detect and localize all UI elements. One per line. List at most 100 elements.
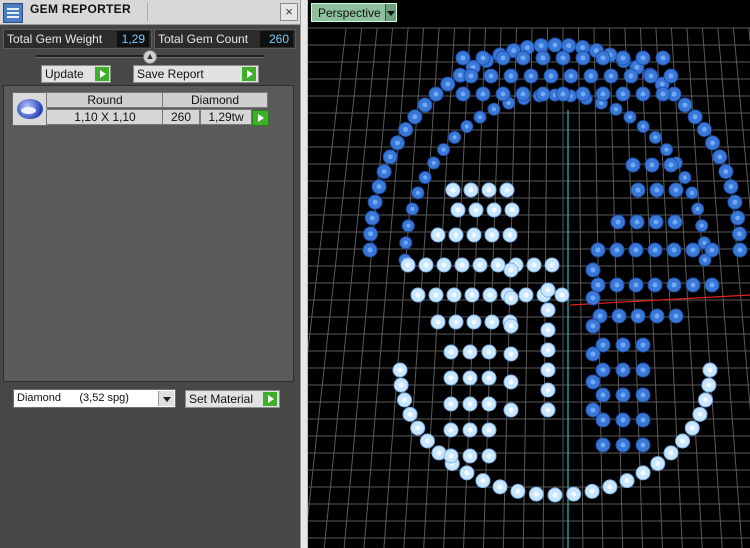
gem-weight-cell: 1,29tw: [200, 109, 252, 125]
gem-highlight: [486, 349, 492, 355]
gem-highlight: [728, 184, 734, 190]
gem-highlight: [500, 91, 506, 97]
title-bar: GEM REPORTER ×: [0, 0, 300, 25]
gem-highlight: [671, 247, 677, 253]
gem-highlight: [709, 282, 715, 288]
gem-highlight: [441, 147, 446, 152]
gem-highlight: [649, 162, 655, 168]
gem-highlight: [590, 351, 596, 357]
gem-highlight: [467, 401, 473, 407]
pane-divider[interactable]: [300, 0, 308, 548]
gem-highlight: [634, 64, 640, 70]
chevron-down-icon[interactable]: [385, 4, 396, 21]
gem-highlight: [673, 187, 679, 193]
update-button[interactable]: Update: [41, 65, 111, 83]
gem-highlight: [451, 292, 457, 298]
total-gem-weight-value: 1,29: [117, 31, 149, 47]
gem-highlight: [571, 491, 577, 497]
gem-highlight: [633, 247, 639, 253]
gem-highlight: [630, 162, 636, 168]
gem-highlight: [616, 313, 622, 319]
viewport-mode-label: Perspective: [318, 6, 381, 20]
gem-highlight: [422, 102, 428, 108]
gem-highlight: [627, 115, 633, 120]
gem-highlight: [448, 453, 454, 459]
viewport-mode-menu[interactable]: Perspective: [311, 3, 397, 22]
gem-highlight: [664, 147, 669, 152]
gem-highlight: [640, 470, 646, 476]
gem-highlight: [580, 45, 586, 50]
gem-highlight: [590, 407, 596, 413]
gem-highlight: [655, 461, 661, 467]
gem-highlight: [431, 160, 436, 166]
gem-highlight: [508, 323, 514, 329]
panel-splitter-handle[interactable]: ▲: [143, 50, 157, 64]
round-gem-icon: [12, 92, 48, 126]
gem-highlight: [732, 199, 738, 205]
gem-highlight: [372, 199, 378, 205]
gem-highlight: [508, 379, 514, 385]
gem-highlight: [628, 73, 634, 79]
gem-highlight: [668, 162, 674, 168]
total-gem-count: Total Gem Count 260: [154, 29, 296, 49]
gem-highlight: [707, 367, 713, 373]
gem-highlight: [531, 262, 537, 268]
gem-highlight: [589, 488, 595, 494]
gem-highlight: [511, 48, 517, 54]
gem-highlight: [608, 73, 614, 79]
arrow-right-icon: [242, 67, 256, 81]
gem-highlight: [559, 292, 565, 298]
total-gem-count-value: 260: [260, 31, 293, 47]
gem-highlight: [435, 232, 441, 238]
gem-highlight: [702, 257, 708, 263]
gem-highlight: [590, 379, 596, 385]
chevron-down-icon[interactable]: [158, 391, 174, 406]
gem-highlight: [486, 453, 492, 459]
gem-highlight: [614, 282, 620, 288]
close-icon[interactable]: ×: [280, 3, 298, 21]
set-material-button-label: Set Material: [189, 392, 254, 406]
arrow-right-icon[interactable]: [252, 110, 269, 126]
gem-highlight: [508, 407, 514, 413]
gem-highlight: [660, 55, 666, 61]
gem-highlight: [467, 453, 473, 459]
gem-list: Round Diamond 1,10 X 1,10 260 1,29tw: [3, 85, 294, 382]
perspective-viewport[interactable]: Perspective: [308, 0, 750, 548]
gem-highlight: [620, 342, 626, 348]
gem-highlight: [635, 313, 641, 319]
gem-highlight: [422, 175, 428, 180]
gem-highlight: [668, 450, 674, 456]
gem-highlight: [471, 232, 477, 238]
viewport-canvas[interactable]: [308, 0, 750, 548]
gem-highlight: [402, 397, 407, 403]
save-report-button[interactable]: Save Report: [133, 65, 259, 83]
set-material-button[interactable]: Set Material: [185, 390, 280, 408]
gem-highlight: [659, 81, 665, 87]
gem-highlight: [545, 287, 551, 293]
gem-highlight: [580, 55, 586, 61]
gem-highlight: [394, 140, 400, 146]
gem-highlight: [453, 232, 459, 238]
gem-highlight: [654, 187, 660, 193]
gem-highlight: [600, 367, 606, 373]
gem-highlight: [640, 442, 646, 448]
gem-highlight: [410, 206, 415, 212]
gem-highlight: [710, 140, 716, 146]
material-select[interactable]: Diamond (3,52 spg): [13, 389, 176, 408]
gem-shape-cell: Round: [46, 92, 164, 108]
gem-highlight: [607, 484, 613, 490]
gem-highlight: [560, 91, 566, 97]
gem-highlight: [381, 169, 387, 174]
gem-highlight: [682, 175, 688, 180]
gem-highlight: [423, 262, 429, 268]
gem-material-cell: Diamond: [162, 92, 268, 108]
gem-highlight: [506, 100, 511, 106]
gem-highlight: [469, 292, 475, 298]
gem-highlight: [467, 427, 473, 433]
gem-highlight: [486, 187, 492, 193]
gem-highlight: [508, 267, 514, 273]
gem-highlight: [620, 367, 626, 373]
gem-highlight: [548, 73, 554, 79]
gem-highlight: [648, 73, 654, 79]
gem-reporter-panel: GEM REPORTER × Total Gem Weight 1,29 Tot…: [0, 0, 300, 548]
